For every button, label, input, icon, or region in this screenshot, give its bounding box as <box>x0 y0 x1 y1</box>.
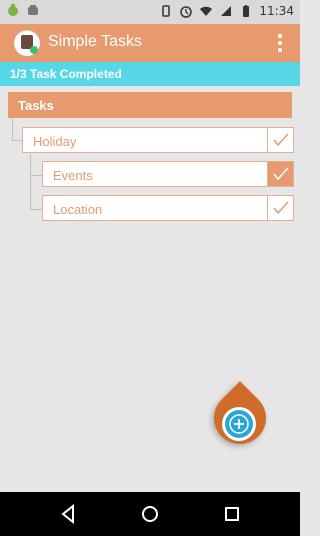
task-label: Location <box>53 202 103 217</box>
task-list-icon <box>14 30 40 56</box>
task-checkbox[interactable] <box>267 128 293 152</box>
app-bar: Simple Tasks <box>0 24 300 62</box>
tree-line-child-branch-2 <box>30 209 42 210</box>
status-right-icons: 11:34 <box>159 4 294 18</box>
wifi-icon <box>199 4 213 18</box>
status-bar: 11:34 <box>0 0 300 24</box>
home-icon[interactable] <box>138 502 162 526</box>
tasks-title: Tasks <box>18 98 54 113</box>
robot-icon <box>26 3 40 17</box>
android-debug-icon <box>6 3 20 17</box>
more-vert-icon[interactable] <box>278 34 282 52</box>
task-label: Holiday <box>33 134 77 149</box>
progress-label: 1/3 Task Completed <box>10 67 122 81</box>
status-left-icons <box>6 3 40 17</box>
tree-line-child <box>30 154 31 210</box>
navigation-bar <box>0 492 300 536</box>
task-checkbox-checked[interactable] <box>267 162 293 186</box>
recents-icon[interactable] <box>220 502 244 526</box>
add-task-button[interactable] <box>203 381 277 455</box>
tasks-header: Tasks <box>8 92 292 118</box>
checkmark-icon <box>273 167 289 181</box>
battery-icon <box>239 4 253 18</box>
checkmark-icon <box>273 133 289 147</box>
progress-banner: 1/3 Task Completed <box>0 62 300 86</box>
back-icon[interactable] <box>56 502 80 526</box>
task-row-location[interactable]: Location <box>42 195 294 221</box>
tree-line-root <box>12 118 13 140</box>
vibrate-icon <box>159 4 173 18</box>
signal-icon <box>219 4 233 18</box>
task-checkbox[interactable] <box>267 196 293 220</box>
task-row-holiday[interactable]: Holiday <box>22 127 294 153</box>
task-label: Events <box>53 168 93 183</box>
app-title: Simple Tasks <box>48 33 142 50</box>
add-icon <box>224 409 254 439</box>
status-time: 11:34 <box>259 4 294 18</box>
tree-line-child-branch-1 <box>30 175 42 176</box>
tree-line-root-branch <box>12 140 22 141</box>
alarm-icon <box>179 4 193 18</box>
checkmark-icon <box>273 201 289 215</box>
task-row-events[interactable]: Events <box>42 161 294 187</box>
